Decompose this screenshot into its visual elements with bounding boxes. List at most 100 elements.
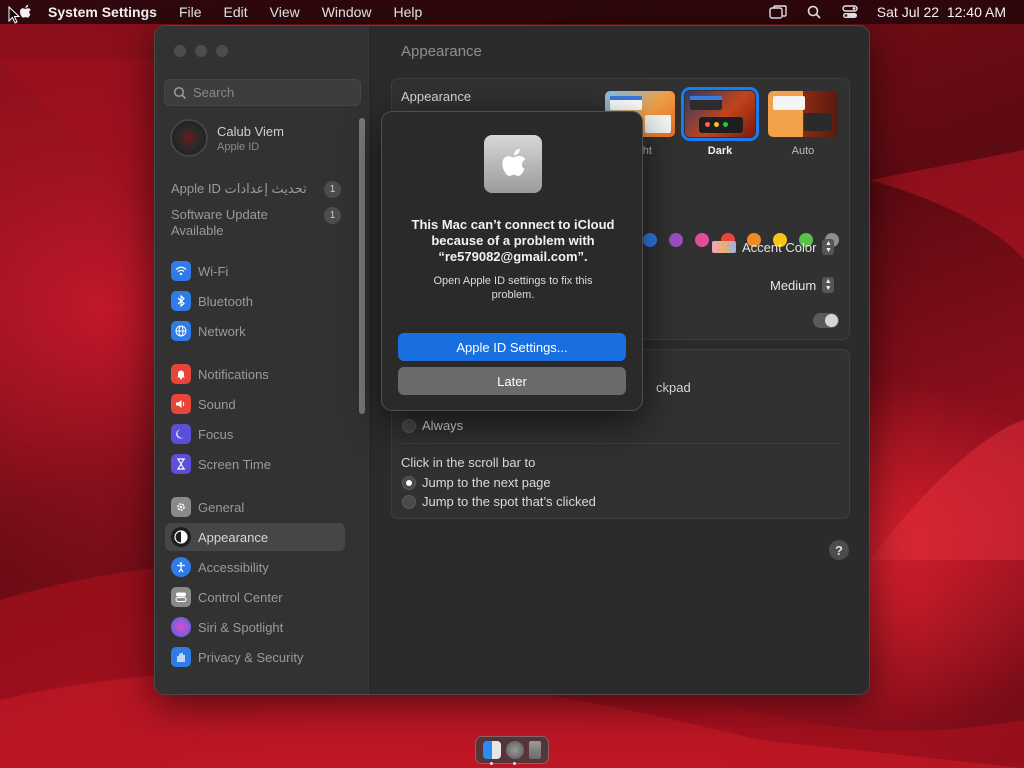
accent-color-swatch[interactable] bbox=[695, 233, 709, 247]
menu-app-name[interactable]: System Settings bbox=[48, 4, 157, 20]
screen-mirroring-icon[interactable] bbox=[769, 4, 787, 20]
search-placeholder: Search bbox=[193, 85, 235, 100]
siri-icon bbox=[171, 617, 191, 637]
search-icon bbox=[173, 86, 187, 99]
dialog-title: This Mac can’t connect to iCloud because… bbox=[411, 217, 615, 264]
sidebar-item-network[interactable]: Network bbox=[165, 317, 345, 345]
globe-icon bbox=[171, 321, 191, 341]
spotlight-search-icon[interactable] bbox=[805, 4, 823, 20]
sidebar-item-control-center[interactable]: Control Center bbox=[165, 583, 345, 611]
radio-label: Jump to the spot that’s clicked bbox=[422, 494, 596, 509]
theme-auto-thumbnail bbox=[768, 91, 838, 137]
sidebar-icon-size-popup[interactable]: Medium ▲ ▼ bbox=[770, 277, 835, 293]
icloud-alert-dialog: This Mac can’t connect to iCloud because… bbox=[381, 111, 643, 411]
highlight-color-label: Accent Color bbox=[742, 239, 817, 255]
highlight-color-preview bbox=[712, 241, 736, 253]
sidebar-item-notifications[interactable]: Notifications bbox=[165, 360, 345, 388]
wallpaper-tinting-toggle[interactable] bbox=[813, 313, 839, 328]
menu-help[interactable]: Help bbox=[394, 4, 423, 20]
moon-icon bbox=[171, 424, 191, 444]
sidebar-item-siri-spotlight[interactable]: Siri & Spotlight bbox=[165, 613, 345, 641]
later-button[interactable]: Later bbox=[398, 367, 626, 395]
menu-bar: System Settings File Edit View Window He… bbox=[0, 0, 1024, 24]
menubar-clock[interactable]: Sat Jul 22 12:40 AM bbox=[877, 4, 1006, 20]
radio-button-selected[interactable] bbox=[402, 475, 416, 490]
menu-file[interactable]: File bbox=[179, 4, 202, 20]
software-update-notice[interactable]: Software Update Available 1 bbox=[171, 207, 341, 239]
gear-icon bbox=[171, 497, 191, 517]
highlight-color-popup[interactable]: Accent Color ▲ ▼ bbox=[712, 239, 835, 255]
sidebar-item-privacy-security[interactable]: Privacy & Security bbox=[165, 643, 345, 671]
trash-icon[interactable] bbox=[529, 741, 542, 759]
radio-button[interactable] bbox=[402, 494, 416, 509]
radio-button[interactable] bbox=[402, 418, 416, 433]
menu-view[interactable]: View bbox=[270, 4, 300, 20]
sidebar-item-label: Screen Time bbox=[198, 456, 271, 472]
menu-edit[interactable]: Edit bbox=[224, 4, 248, 20]
sidebar-item-label: Network bbox=[198, 323, 246, 339]
speaker-icon bbox=[171, 394, 191, 414]
chevron-up-down-icon: ▲ ▼ bbox=[822, 239, 835, 255]
sidebar-item-label: Accessibility bbox=[198, 559, 269, 575]
apple-id-settings-button[interactable]: Apple ID Settings... bbox=[398, 333, 626, 361]
sidebar-icon-size-value: Medium bbox=[770, 277, 817, 293]
sidebar-item-label: Bluetooth bbox=[198, 293, 253, 309]
control-center-icon[interactable] bbox=[841, 4, 859, 20]
theme-label-dark: Dark bbox=[707, 145, 733, 157]
radio-label: Jump to the next page bbox=[422, 475, 551, 490]
sidebar-item-label: Notifications bbox=[198, 366, 269, 382]
accent-color-swatch[interactable] bbox=[669, 233, 683, 247]
bluetooth-icon bbox=[171, 291, 191, 311]
notice-label: Software Update Available bbox=[171, 207, 268, 238]
sidebar-item-focus[interactable]: Focus bbox=[165, 420, 345, 448]
radio-label: Always bbox=[422, 418, 464, 433]
finder-icon[interactable] bbox=[482, 741, 501, 765]
apple-logo-icon bbox=[484, 135, 542, 193]
sidebar-item-label: Sound bbox=[198, 396, 236, 412]
hand-icon bbox=[171, 647, 191, 667]
sidebar-item-label: Control Center bbox=[198, 589, 283, 605]
sidebar-item-label: Wi-Fi bbox=[198, 263, 229, 279]
notice-badge: 1 bbox=[324, 207, 341, 224]
divider bbox=[402, 443, 839, 444]
theme-dark-thumbnail bbox=[681, 87, 759, 141]
sidebar-item-label: Privacy & Security bbox=[198, 649, 304, 665]
close-button[interactable] bbox=[174, 45, 186, 57]
account-name: Calub Viem bbox=[217, 123, 284, 139]
account-sub: Apple ID bbox=[217, 140, 260, 153]
help-button[interactable]: ? bbox=[829, 540, 849, 560]
dialog-message: Open Apple ID settings to fix this probl… bbox=[433, 275, 593, 301]
apple-id-account[interactable]: Calub Viem Apple ID bbox=[170, 119, 284, 157]
minimize-button[interactable] bbox=[195, 45, 207, 57]
accent-color-swatch[interactable] bbox=[643, 233, 657, 247]
system-settings-icon[interactable] bbox=[505, 741, 524, 765]
control-center-icon bbox=[171, 587, 191, 607]
menu-window[interactable]: Window bbox=[322, 4, 372, 20]
search-field[interactable]: Search bbox=[164, 79, 361, 106]
sidebar-item-wifi[interactable]: Wi-Fi bbox=[165, 257, 345, 285]
sidebar-item-label: Appearance bbox=[198, 529, 269, 545]
sidebar: Search Calub Viem Apple ID Apple ID تحدي… bbox=[155, 26, 371, 694]
jump-next-page-option[interactable]: Jump to the next page bbox=[402, 475, 551, 490]
sidebar-item-accessibility[interactable]: Accessibility bbox=[165, 553, 345, 581]
sidebar-scrollbar[interactable] bbox=[359, 118, 365, 414]
wifi-icon bbox=[171, 261, 191, 281]
sidebar-item-screen-time[interactable]: Screen Time bbox=[165, 450, 345, 478]
sidebar-item-general[interactable]: General bbox=[165, 493, 345, 521]
jump-spot-clicked-option[interactable]: Jump to the spot that’s clicked bbox=[402, 494, 596, 509]
mouse-cursor-icon bbox=[8, 5, 21, 24]
show-scroll-always-option[interactable]: Always bbox=[402, 418, 463, 433]
notice-badge: 1 bbox=[324, 181, 341, 198]
sidebar-item-label: Focus bbox=[198, 426, 234, 442]
sidebar-item-appearance[interactable]: Appearance bbox=[165, 523, 345, 551]
appearance-icon bbox=[171, 527, 191, 547]
sidebar-item-label: Siri & Spotlight bbox=[198, 619, 284, 635]
zoom-button[interactable] bbox=[216, 45, 228, 57]
dock bbox=[475, 736, 549, 765]
apple-id-update-notice[interactable]: Apple ID تحديث إعدادات 1 bbox=[171, 181, 341, 198]
hourglass-icon bbox=[171, 454, 191, 474]
sidebar-item-bluetooth[interactable]: Bluetooth bbox=[165, 287, 345, 315]
appearance-label: Appearance bbox=[401, 89, 472, 104]
sidebar-item-sound[interactable]: Sound bbox=[165, 390, 345, 418]
avatar bbox=[170, 119, 208, 157]
